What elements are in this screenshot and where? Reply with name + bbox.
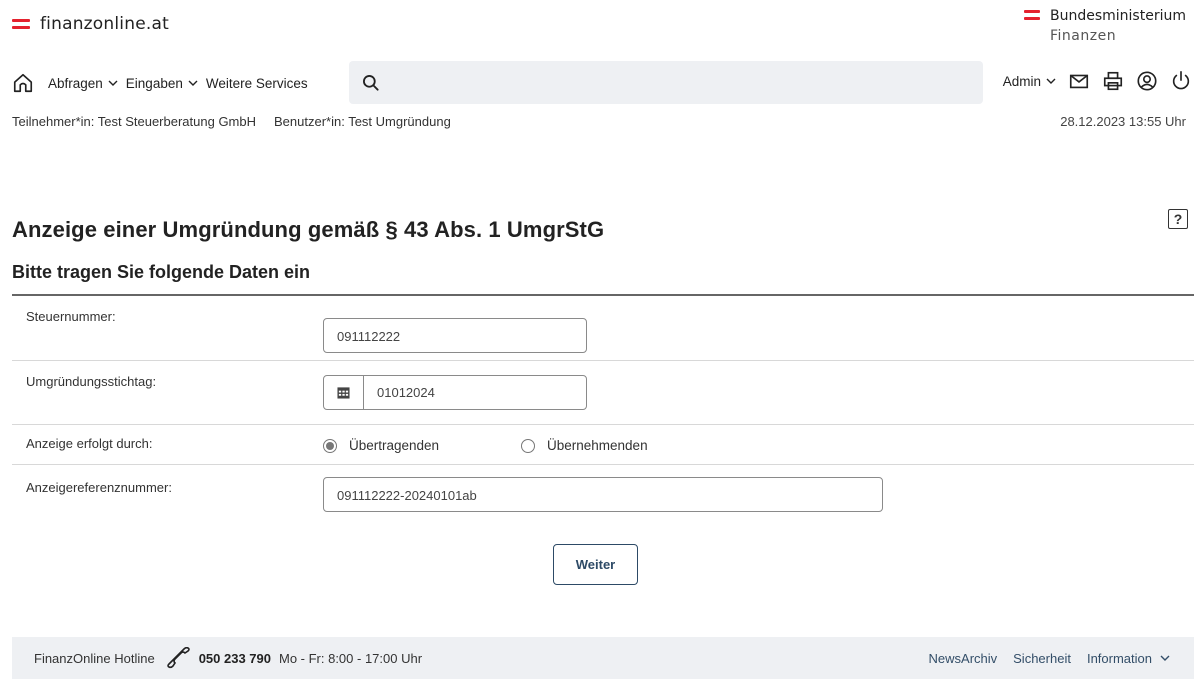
footer-link-information-label: Information: [1086, 650, 1152, 666]
finanzonline-logo[interactable]: finanzonline.at: [12, 14, 169, 34]
mail-icon[interactable]: [1068, 70, 1090, 92]
session-info: Teilnehmer*in: Test Steuerberatung GmbH …: [12, 114, 1186, 129]
referenz-input[interactable]: 091112222-20240101ab: [323, 477, 883, 512]
hotline-number[interactable]: 050 233 790: [199, 651, 271, 666]
radio-uebernehmenden-label: Übernehmenden: [547, 438, 648, 453]
phone-icon: [166, 647, 190, 669]
radio-uebernehmenden[interactable]: Übernehmenden: [521, 438, 648, 453]
radio-circle-selected[interactable]: [323, 438, 337, 453]
radio-circle[interactable]: [521, 438, 535, 453]
hotline-hours: Mo - Fr: 8:00 - 17:00 Uhr: [278, 650, 423, 666]
steuernummer-input[interactable]: 091112222: [323, 318, 587, 353]
radio-uebertragenden[interactable]: Übertragenden: [323, 438, 439, 453]
chevron-down-icon: [1046, 78, 1056, 84]
power-icon[interactable]: [1170, 70, 1192, 92]
timestamp: 28.12.2023 13:55 Uhr: [1060, 114, 1186, 129]
search-icon[interactable]: [361, 73, 381, 93]
footer: FinanzOnline Hotline 050 233 790 Mo - Fr…: [12, 637, 1194, 679]
hotline-label: FinanzOnline Hotline: [34, 650, 155, 666]
calendar-button[interactable]: [324, 376, 364, 409]
weiter-button[interactable]: Weiter: [553, 544, 638, 585]
form-row-stichtag: Umgründungsstichtag: 01012024: [12, 361, 1194, 425]
chevron-down-icon: [1160, 655, 1170, 661]
teilnehmer-text: Teilnehmer*in: Test Steuerberatung GmbH: [12, 114, 256, 129]
ministry-name: Bundesministerium: [1050, 8, 1186, 24]
radio-uebertragenden-label: Übertragenden: [349, 438, 440, 453]
main-nav: Abfragen Eingaben Weitere Services: [12, 72, 316, 94]
ministry-logo: Bundesministerium Finanzen: [1024, 6, 1186, 46]
footer-link-newsarchiv[interactable]: NewsArchiv: [929, 651, 998, 666]
anzeige-label: Anzeige erfolgt durch:: [26, 436, 153, 451]
calendar-icon: [337, 387, 350, 399]
help-button[interactable]: ?: [1168, 209, 1188, 229]
austria-flag-icon: [1024, 10, 1040, 20]
nav-abfragen-label: Abfragen: [48, 75, 103, 91]
steuernummer-label: Steuernummer:: [26, 309, 116, 324]
admin-menu[interactable]: Admin: [1003, 74, 1056, 89]
chevron-down-icon: [188, 80, 198, 86]
user-toolbar: Admin: [1003, 70, 1192, 92]
footer-link-information[interactable]: Information: [1087, 651, 1170, 666]
nav-eingaben[interactable]: Eingaben: [126, 76, 198, 91]
search-bar[interactable]: [349, 61, 983, 104]
page-title: Anzeige einer Umgründung gemäß § 43 Abs.…: [12, 217, 605, 242]
home-icon[interactable]: [12, 72, 34, 94]
user-icon[interactable]: [1136, 70, 1158, 92]
benutzer-text: Benutzer*in: Test Umgründung: [274, 114, 451, 129]
admin-label: Admin: [1002, 73, 1041, 89]
footer-link-sicherheit[interactable]: Sicherheit: [1013, 651, 1071, 666]
printer-icon[interactable]: [1102, 70, 1124, 92]
search-input[interactable]: [381, 61, 983, 104]
stichtag-label: Umgründungsstichtag:: [26, 374, 157, 389]
referenz-label: Anzeigereferenznummer:: [26, 480, 172, 495]
chevron-down-icon: [108, 80, 118, 86]
form-row-steuernummer: Steuernummer: 091112222: [12, 296, 1194, 361]
nav-eingaben-label: Eingaben: [125, 75, 183, 91]
nav-weitere-services-label: Weitere Services: [205, 75, 308, 91]
nav-abfragen[interactable]: Abfragen: [48, 76, 118, 91]
form-row-referenz: Anzeigereferenznummer: 091112222-2024010…: [12, 465, 1194, 521]
ministry-sub: Finanzen: [1050, 28, 1117, 44]
stichtag-input[interactable]: 01012024: [364, 376, 435, 409]
nav-weitere-services[interactable]: Weitere Services: [206, 76, 308, 91]
stichtag-date-field: 01012024: [323, 375, 587, 410]
logo-text: finanzonline.at: [40, 14, 169, 34]
austria-flag-icon: [12, 19, 30, 29]
section-title: Bitte tragen Sie folgende Daten ein: [12, 262, 311, 282]
form-row-anzeige: Anzeige erfolgt durch: Übertragenden Übe…: [12, 425, 1194, 465]
